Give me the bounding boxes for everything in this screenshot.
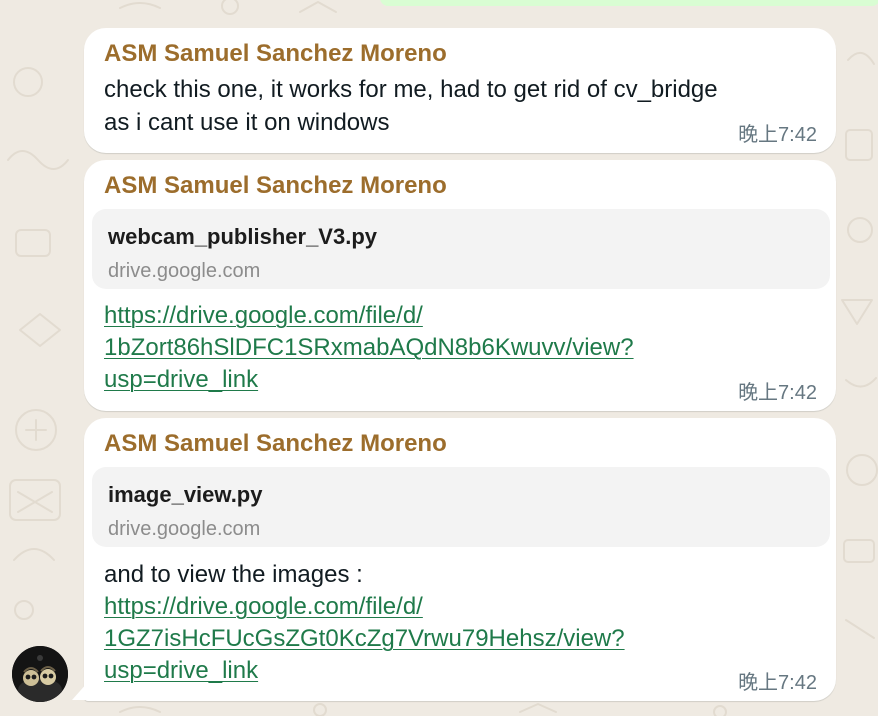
link-preview-card[interactable]: image_view.py drive.google.com <box>92 467 830 547</box>
sender-name[interactable]: ASM Samuel Sanchez Moreno <box>104 430 447 458</box>
message-text-line: check this one, it works for me, had to … <box>104 76 718 103</box>
message-text: check this one, it works for me, had to … <box>104 73 718 139</box>
message-link[interactable]: https://drive.google.com/file/d/ 1bZort8… <box>104 300 634 396</box>
message-link-line[interactable]: usp=drive_link <box>104 655 625 687</box>
message-link[interactable]: https://drive.google.com/file/d/ 1GZ7isH… <box>104 591 625 687</box>
link-preview-domain: drive.google.com <box>108 260 261 282</box>
link-preview-domain: drive.google.com <box>108 518 261 540</box>
sender-avatar-icon[interactable] <box>12 646 68 702</box>
message-timestamp: 晚上7:42 <box>738 124 817 146</box>
message-link-line[interactable]: usp=drive_link <box>104 364 634 396</box>
link-preview-title: image_view.py <box>108 482 263 507</box>
avatar-photo-icon <box>12 646 68 702</box>
message-link-line[interactable]: https://drive.google.com/file/d/ <box>104 591 625 623</box>
link-preview-card[interactable]: webcam_publisher_V3.py drive.google.com <box>92 209 830 289</box>
sender-name[interactable]: ASM Samuel Sanchez Moreno <box>104 172 447 200</box>
sender-name[interactable]: ASM Samuel Sanchez Moreno <box>104 40 447 68</box>
message-text-line: and to view the images : <box>104 561 363 588</box>
message-text-line: as i cant use it on windows <box>104 109 390 136</box>
message-timestamp: 晚上7:42 <box>738 672 817 694</box>
message-link-line[interactable]: 1bZort86hSlDFC1SRxmabAQdN8b6Kwuvv/view? <box>104 332 634 364</box>
message-timestamp: 晚上7:42 <box>738 382 817 404</box>
message-bubble-2[interactable]: ASM Samuel Sanchez Moreno webcam_publish… <box>84 160 836 411</box>
message-bubble-1[interactable]: ASM Samuel Sanchez Moreno check this one… <box>84 28 836 153</box>
previous-message-edge <box>380 0 878 6</box>
message-text: and to view the images : <box>104 558 363 591</box>
message-bubble-3[interactable]: ASM Samuel Sanchez Moreno image_view.py … <box>84 418 836 701</box>
message-link-line[interactable]: https://drive.google.com/file/d/ <box>104 300 634 332</box>
message-link-line[interactable]: 1GZ7isHcFUcGsZGt0KcZg7Vrwu79Hehsz/view? <box>104 623 625 655</box>
link-preview-title: webcam_publisher_V3.py <box>108 224 377 249</box>
bubble-tail <box>72 682 88 700</box>
